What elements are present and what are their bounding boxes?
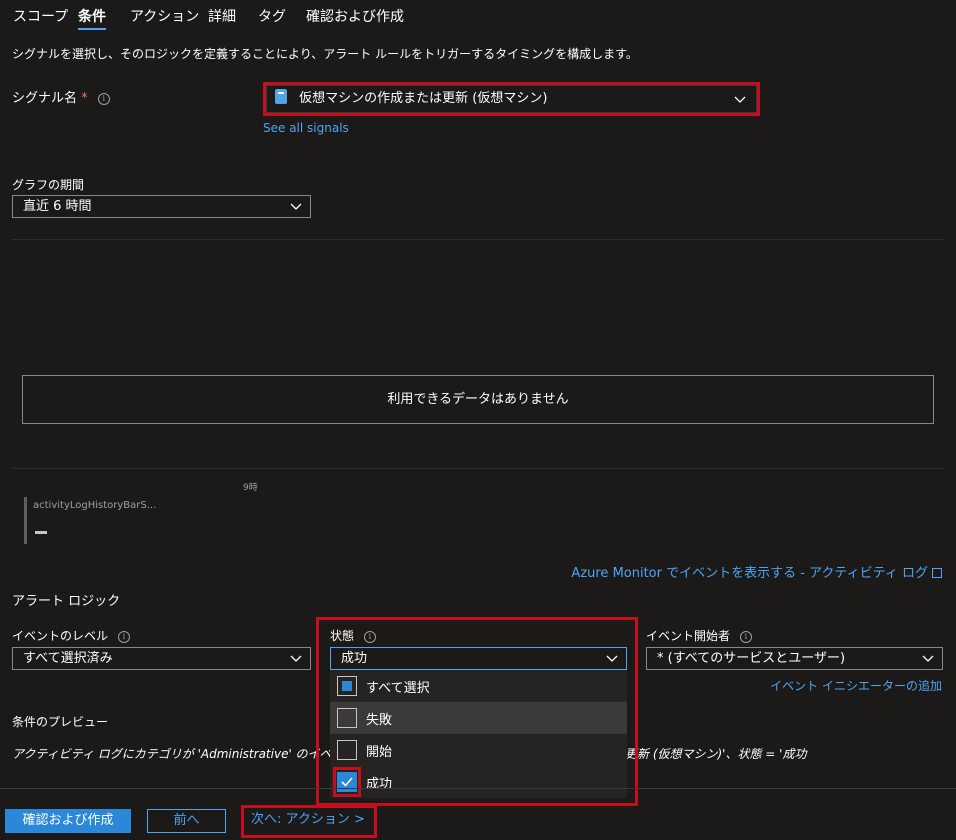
- status-option-label: 開始: [366, 745, 393, 760]
- event-level-label: イベントのレベル i: [12, 627, 130, 644]
- graph-period-select[interactable]: 直近 6 時間: [12, 195, 311, 218]
- checkbox-icon[interactable]: [337, 708, 357, 728]
- signal-name-value: 仮想マシンの作成または更新 (仮想マシン): [299, 91, 548, 106]
- status-option-succeeded[interactable]: 成功: [330, 766, 627, 798]
- event-level-select[interactable]: すべて選択済み: [12, 647, 311, 670]
- review-create-button[interactable]: 確認および作成: [5, 809, 131, 833]
- status-label-text: 状態: [330, 629, 355, 643]
- chevron-down-icon: [922, 652, 934, 664]
- checkbox-partial-icon[interactable]: [337, 676, 357, 696]
- info-icon[interactable]: i: [363, 630, 376, 643]
- status-select[interactable]: 成功: [330, 647, 627, 670]
- status-option-label: すべて選択: [366, 681, 430, 696]
- required-marker: *: [81, 91, 88, 106]
- status-option-failed[interactable]: 失敗: [330, 702, 627, 734]
- graph-period-label: グラフの期間: [12, 178, 85, 192]
- status-option-select-all[interactable]: すべて選択: [330, 670, 627, 702]
- event-level-value: すべて選択済み: [23, 651, 113, 666]
- see-all-signals-link[interactable]: See all signals: [263, 121, 349, 135]
- status-dropdown-list: すべて選択 失敗 開始 成功: [330, 670, 627, 798]
- preview-title: 条件のプレビュー: [12, 715, 109, 729]
- previous-button[interactable]: 前へ: [147, 809, 226, 833]
- status-label: 状態 i: [330, 627, 376, 644]
- x-axis-tick: 9時: [243, 483, 258, 493]
- tab-bar: スコープ 条件 アクション 詳細 タグ 確認および作成: [0, 0, 956, 34]
- view-events-link-text: Azure Monitor でイベントを表示する - アクティビティ ログ: [571, 566, 928, 581]
- info-icon[interactable]: i: [739, 630, 752, 643]
- footer-divider: [0, 788, 956, 789]
- checkbox-checked-icon[interactable]: [337, 772, 357, 792]
- chevron-down-icon: [290, 652, 302, 664]
- legend-value: [35, 531, 47, 534]
- chart-top-divider: [12, 239, 944, 240]
- checkbox-icon[interactable]: [337, 740, 357, 760]
- alert-logic-title: アラート ロジック: [12, 594, 121, 609]
- tab-tags[interactable]: タグ: [258, 6, 286, 26]
- chevron-down-icon: [734, 93, 746, 105]
- initiator-value: * (すべてのサービスとユーザー): [657, 651, 846, 666]
- initiator-label-text: イベント開始者: [646, 629, 731, 643]
- virtual-machine-icon: [275, 89, 287, 104]
- tab-review-create[interactable]: 確認および作成: [306, 6, 404, 26]
- add-initiator-link[interactable]: イベント イニシエーターの追加: [770, 677, 942, 694]
- page-description: シグナルを選択し、そのロジックを定義することにより、アラート ルールをトリガーす…: [12, 47, 638, 61]
- tab-scope[interactable]: スコープ: [13, 6, 68, 26]
- chart-axis-line: [12, 468, 944, 469]
- status-option-label: 成功: [366, 777, 393, 792]
- graph-period-value: 直近 6 時間: [23, 199, 92, 214]
- status-value: 成功: [341, 651, 368, 666]
- status-option-started[interactable]: 開始: [330, 734, 627, 766]
- preview-text-right: 更新 (仮想マシン)'、状態 = '成功: [625, 747, 807, 761]
- initiator-select[interactable]: * (すべてのサービスとユーザー): [646, 647, 943, 670]
- external-link-icon: [932, 568, 942, 578]
- no-data-message: 利用できるデータはありません: [22, 375, 934, 424]
- tab-condition[interactable]: 条件: [78, 6, 106, 26]
- event-level-label-text: イベントのレベル: [12, 629, 109, 643]
- signal-name-label: シグナル名 * i: [12, 87, 110, 106]
- tab-details[interactable]: 詳細: [208, 6, 236, 26]
- legend-color-bar: [24, 497, 27, 544]
- next-actions-button[interactable]: 次へ: アクション >: [248, 809, 368, 833]
- chevron-down-icon: [606, 652, 618, 664]
- active-tab-indicator: [78, 28, 106, 30]
- signal-name-select[interactable]: 仮想マシンの作成または更新 (仮想マシン): [266, 85, 757, 113]
- chevron-down-icon: [290, 200, 302, 212]
- tab-actions[interactable]: アクション: [130, 6, 199, 26]
- info-icon[interactable]: i: [97, 92, 110, 105]
- initiator-label: イベント開始者 i: [646, 627, 752, 644]
- preview-text-left: アクティビティ ログにカテゴリが 'Administrative' のイベントが…: [12, 747, 380, 761]
- info-icon[interactable]: i: [117, 630, 130, 643]
- signal-name-label-text: シグナル名: [12, 91, 78, 106]
- view-events-link[interactable]: Azure Monitor でイベントを表示する - アクティビティ ログ: [571, 562, 942, 581]
- status-option-label: 失敗: [366, 713, 393, 728]
- legend-label[interactable]: activityLogHistoryBarS...: [33, 500, 156, 511]
